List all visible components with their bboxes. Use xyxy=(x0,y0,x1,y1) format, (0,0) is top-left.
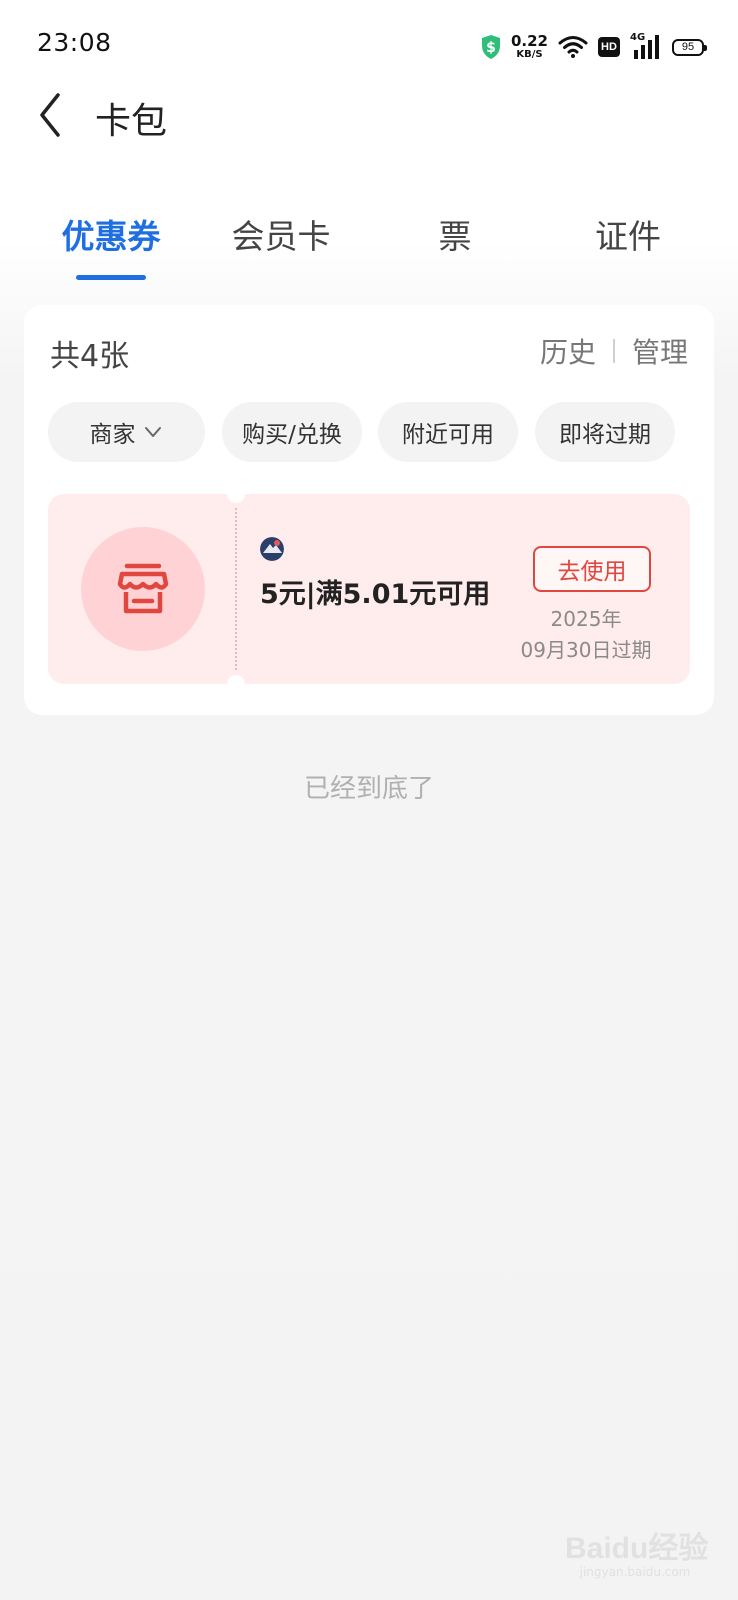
coupon-notch-bottom xyxy=(227,675,245,684)
status-time: 23:08 xyxy=(37,28,112,57)
watermark-logo: Baidu经验 xyxy=(565,1532,709,1565)
active-tab-indicator xyxy=(76,275,146,280)
filter-purchase-redeem[interactable]: 购买/兑换 xyxy=(222,402,362,462)
hd-icon: HD xyxy=(598,37,620,57)
wifi-icon xyxy=(558,36,588,58)
watermark: Baidu经验 jingyan.baidu.com xyxy=(565,1515,709,1579)
back-button[interactable] xyxy=(30,90,70,140)
signal-icon: 4G xyxy=(630,32,662,60)
page-title: 卡包 xyxy=(95,101,168,142)
panel-actions: 历史 管理 xyxy=(540,331,688,371)
status-icons: $ 0.22 KB/S HD 4G 95 xyxy=(481,30,707,64)
expiry-year: 2025年 xyxy=(550,607,622,631)
tab-bar: 优惠券 会员卡 票 证件 xyxy=(0,210,738,290)
manage-link[interactable]: 管理 xyxy=(632,331,688,371)
filter-nearby[interactable]: 附近可用 xyxy=(378,402,518,462)
tab-tickets[interactable]: 票 xyxy=(370,210,540,258)
divider xyxy=(612,339,615,363)
svg-text:$: $ xyxy=(486,40,496,56)
filter-merchant-label: 商家 xyxy=(89,422,136,448)
shop-icon-circle xyxy=(81,527,205,651)
filter-merchant[interactable]: 商家 xyxy=(48,402,205,462)
chevron-left-icon xyxy=(40,93,60,137)
filter-purchase-redeem-label: 购买/兑换 xyxy=(242,422,342,448)
filter-nearby-label: 附近可用 xyxy=(402,422,494,448)
use-coupon-button[interactable]: 去使用 xyxy=(533,546,651,592)
network-speed-value: 0.22 xyxy=(510,32,548,50)
battery-icon: 95 xyxy=(672,38,707,56)
battery-level: 95 xyxy=(681,41,695,53)
coupon-item[interactable]: 5元|满5.01元可用 去使用 2025年 09月30日过期 xyxy=(48,494,690,684)
expiry-date: 09月30日过期 xyxy=(520,638,652,662)
tab-documents[interactable]: 证件 xyxy=(543,210,713,258)
status-bar: 23:08 $ 0.22 KB/S HD 4G 95 xyxy=(0,0,738,90)
network-speed-unit: KB/S xyxy=(516,49,543,60)
coupon-panel: 共4张 历史 管理 商家 购买/兑换 附近可用 即将过期 5元|满5.01元可用… xyxy=(24,305,714,715)
shield-dollar-icon: $ xyxy=(481,35,500,59)
filter-chips: 商家 购买/兑换 附近可用 即将过期 xyxy=(48,402,688,462)
history-link[interactable]: 历史 xyxy=(540,331,596,371)
network-speed: 0.22 KB/S xyxy=(511,34,548,60)
chevron-down-icon xyxy=(144,427,161,437)
coupon-icon-area xyxy=(48,494,236,684)
filter-expiring-soon[interactable]: 即将过期 xyxy=(535,402,675,462)
coupon-perforation xyxy=(235,508,237,670)
coupon-expiry: 2025年 09月30日过期 xyxy=(506,604,666,666)
coupon-title: 5元|满5.01元可用 xyxy=(260,579,491,610)
end-of-list-text: 已经到底了 xyxy=(303,774,434,804)
tab-coupons[interactable]: 优惠券 xyxy=(26,210,196,258)
watermark-url: jingyan.baidu.com xyxy=(579,1565,691,1579)
shop-icon xyxy=(117,563,169,614)
tab-membership-cards[interactable]: 会员卡 xyxy=(196,210,366,258)
filter-expiring-soon-label: 即将过期 xyxy=(559,422,651,448)
merchant-avatar xyxy=(260,537,284,561)
coupon-count: 共4张 xyxy=(50,339,130,374)
header: 卡包 xyxy=(0,80,738,150)
